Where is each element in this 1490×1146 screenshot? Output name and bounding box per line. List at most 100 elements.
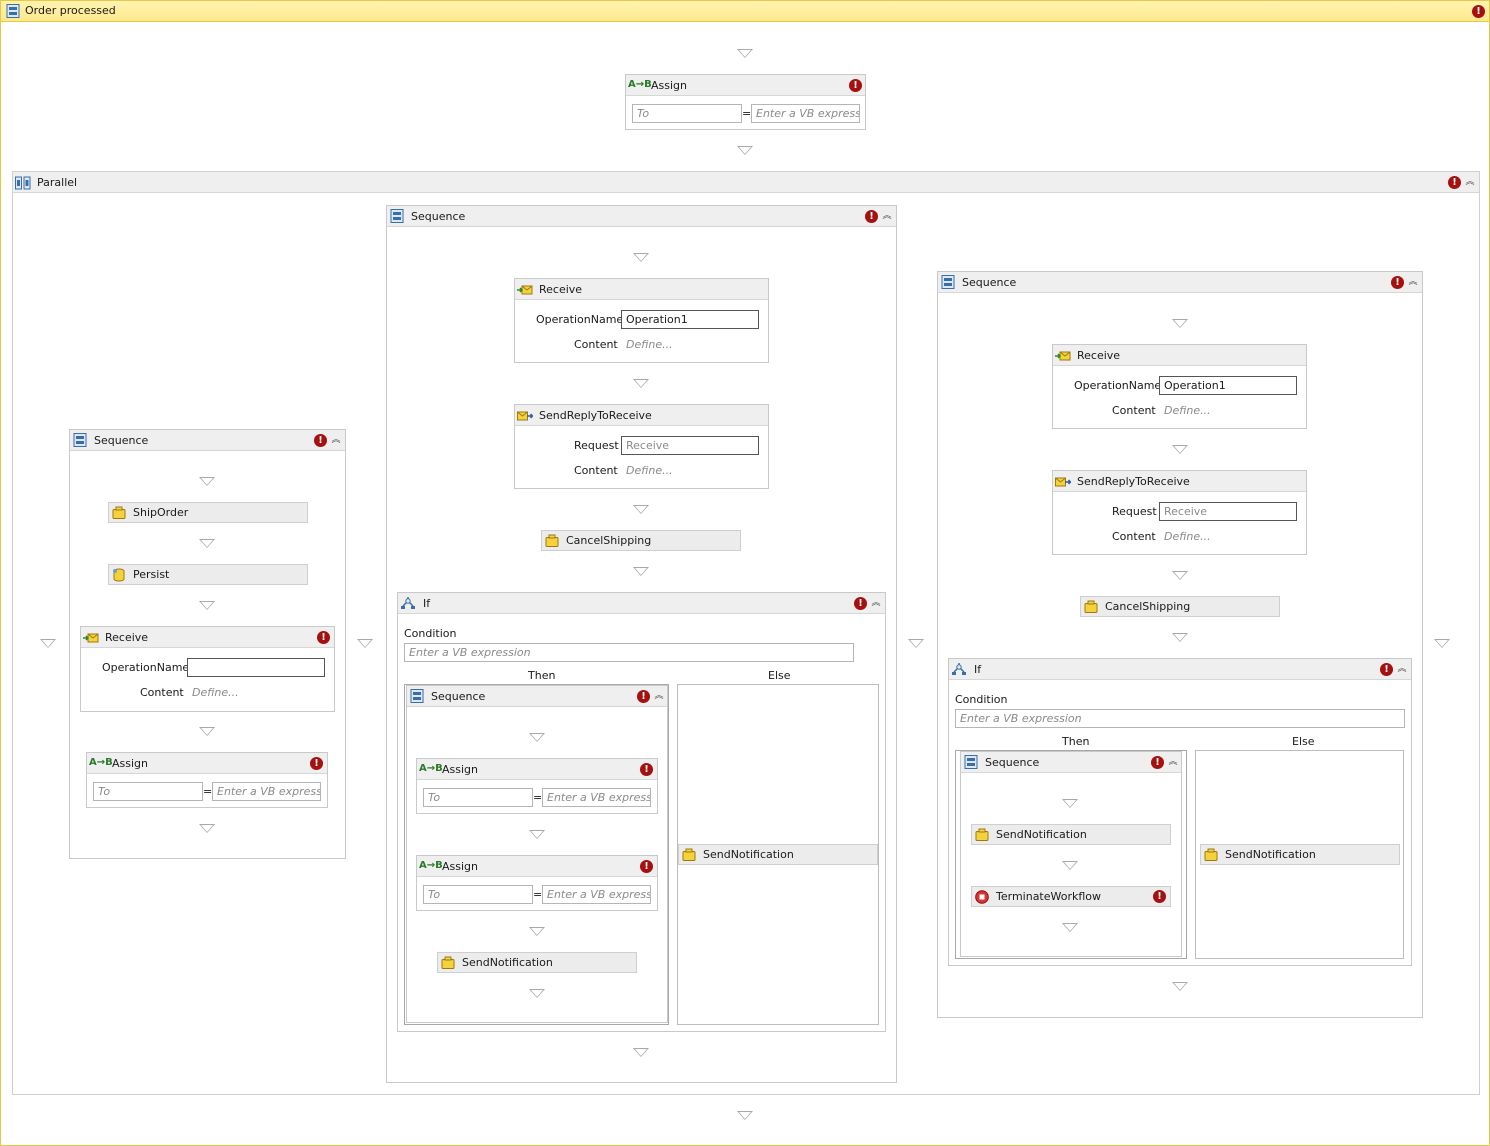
- drop-target-icon[interactable]: [633, 379, 649, 388]
- drop-target-icon[interactable]: [737, 146, 753, 155]
- drop-target-icon[interactable]: [1062, 799, 1078, 808]
- error-icon[interactable]: !: [1472, 5, 1485, 18]
- drop-target-icon[interactable]: [199, 824, 215, 833]
- to-field[interactable]: To: [423, 788, 533, 807]
- drop-target-icon[interactable]: [529, 989, 545, 998]
- error-icon[interactable]: !: [317, 631, 330, 644]
- content-define-link[interactable]: Define...: [192, 686, 239, 699]
- ship-order-activity[interactable]: ShipOrder: [108, 502, 308, 523]
- drop-target-icon[interactable]: [529, 830, 545, 839]
- error-icon[interactable]: !: [1153, 890, 1166, 903]
- drop-target-icon[interactable]: [40, 639, 56, 648]
- drop-target-icon[interactable]: [633, 567, 649, 576]
- send-reply-activity[interactable]: SendReplyToReceive Request Receive Conte…: [514, 404, 769, 489]
- condition-input[interactable]: Enter a VB expression: [955, 709, 1405, 728]
- error-icon[interactable]: !: [314, 434, 327, 447]
- error-icon[interactable]: !: [1151, 756, 1164, 769]
- error-icon[interactable]: !: [1448, 176, 1461, 189]
- error-icon[interactable]: !: [310, 757, 323, 770]
- receive-activity[interactable]: Receive OperationName Operation1 Content…: [1052, 344, 1307, 429]
- drop-target-icon[interactable]: [737, 1111, 753, 1120]
- send-notification-activity[interactable]: SendNotification: [971, 824, 1171, 845]
- value-field[interactable]: Enter a VB expressic: [542, 885, 651, 904]
- assign-activity[interactable]: A→B Assign ! To = Enter a VB expressic: [416, 758, 658, 814]
- collapse-icon[interactable]: ︽: [1396, 663, 1408, 676]
- collapse-icon[interactable]: ︽: [881, 210, 893, 223]
- condition-input[interactable]: Enter a VB expression: [404, 643, 854, 662]
- operation-name-input[interactable]: Operation1: [1159, 376, 1297, 395]
- to-field[interactable]: To: [632, 104, 742, 123]
- drop-target-icon[interactable]: [1434, 639, 1450, 648]
- drop-target-icon[interactable]: [1062, 861, 1078, 870]
- content-define-link[interactable]: Define...: [626, 338, 673, 351]
- persist-activity[interactable]: Persist: [108, 564, 308, 585]
- operation-name-input[interactable]: Operation1: [621, 310, 759, 329]
- activity-title: Receive: [1077, 349, 1121, 362]
- drop-target-icon[interactable]: [529, 733, 545, 742]
- drop-target-icon[interactable]: [1172, 445, 1188, 454]
- content-define-link[interactable]: Define...: [1164, 530, 1211, 543]
- drop-target-icon[interactable]: [199, 539, 215, 548]
- drop-target-icon[interactable]: [357, 639, 373, 648]
- value-field[interactable]: Enter a VB expressic: [542, 788, 651, 807]
- drop-target-icon[interactable]: [199, 477, 215, 486]
- cancel-shipping-activity[interactable]: CancelShipping: [541, 530, 741, 551]
- drop-target-icon[interactable]: [737, 49, 753, 58]
- drop-target-icon[interactable]: [633, 1048, 649, 1057]
- assign-activity[interactable]: A→B Assign ! To = Enter a VB expressic: [625, 74, 866, 130]
- error-icon[interactable]: !: [637, 690, 650, 703]
- request-input[interactable]: Receive: [1159, 502, 1297, 521]
- drop-target-icon[interactable]: [199, 601, 215, 610]
- terminate-workflow-activity[interactable]: TerminateWorkflow !: [971, 886, 1171, 907]
- error-icon[interactable]: !: [854, 597, 867, 610]
- send-notification-activity[interactable]: SendNotification: [1200, 844, 1400, 865]
- to-field[interactable]: To: [423, 885, 533, 904]
- activity-title: If: [974, 663, 982, 676]
- collapse-icon[interactable]: ︽: [1407, 276, 1419, 289]
- drop-target-icon[interactable]: [1172, 633, 1188, 642]
- receive-activity[interactable]: Receive OperationName Operation1 Content…: [514, 278, 769, 363]
- error-icon[interactable]: !: [865, 210, 878, 223]
- collapse-icon[interactable]: ︽: [330, 434, 342, 447]
- activity-icon: [975, 828, 989, 842]
- error-icon[interactable]: !: [640, 860, 653, 873]
- error-icon[interactable]: !: [1391, 276, 1404, 289]
- error-icon[interactable]: !: [849, 79, 862, 92]
- operation-name-input[interactable]: [187, 658, 325, 677]
- drop-target-icon[interactable]: [199, 727, 215, 736]
- collapse-icon[interactable]: ︽: [1167, 756, 1179, 769]
- receive-activity[interactable]: Receive ! OperationName Content Define..…: [80, 626, 335, 712]
- send-notification-activity[interactable]: SendNotification: [437, 952, 637, 973]
- activity-icon: [545, 534, 559, 548]
- content-define-link[interactable]: Define...: [626, 464, 673, 477]
- cancel-shipping-activity[interactable]: CancelShipping: [1080, 596, 1280, 617]
- collapse-icon[interactable]: ︽: [870, 597, 882, 610]
- drop-target-icon[interactable]: [1172, 571, 1188, 580]
- content-define-link[interactable]: Define...: [1164, 404, 1211, 417]
- activity-icon: [441, 956, 455, 970]
- assign-activity[interactable]: A→B Assign ! To = Enter a VB expressic: [86, 752, 328, 808]
- collapse-icon[interactable]: ︽: [1464, 176, 1476, 189]
- drop-target-icon[interactable]: [1062, 923, 1078, 932]
- drop-target-icon[interactable]: [529, 927, 545, 936]
- root-header[interactable]: Order processed !: [1, 1, 1489, 22]
- assign-activity[interactable]: A→B Assign ! To = Enter a VB expressic: [416, 855, 658, 911]
- root-title: Order processed: [25, 4, 116, 17]
- value-field[interactable]: Enter a VB expressic: [212, 782, 321, 801]
- activity-title: ShipOrder: [133, 506, 189, 519]
- collapse-icon[interactable]: ︽: [653, 690, 665, 703]
- error-icon[interactable]: !: [1380, 663, 1393, 676]
- drop-target-icon[interactable]: [1172, 982, 1188, 991]
- drop-target-icon[interactable]: [1172, 319, 1188, 328]
- error-icon[interactable]: !: [640, 763, 653, 776]
- send-notification-activity[interactable]: SendNotification: [678, 844, 878, 865]
- value-field[interactable]: Enter a VB expressic: [751, 104, 860, 123]
- drop-target-icon[interactable]: [633, 505, 649, 514]
- drop-target-icon[interactable]: [633, 253, 649, 262]
- content-label: Content: [1112, 530, 1156, 543]
- request-input[interactable]: Receive: [621, 436, 759, 455]
- to-field[interactable]: To: [93, 782, 203, 801]
- send-reply-activity[interactable]: SendReplyToReceive Request Receive Conte…: [1052, 470, 1307, 555]
- drop-target-icon[interactable]: [908, 639, 924, 648]
- operation-name-label: OperationName: [536, 313, 624, 326]
